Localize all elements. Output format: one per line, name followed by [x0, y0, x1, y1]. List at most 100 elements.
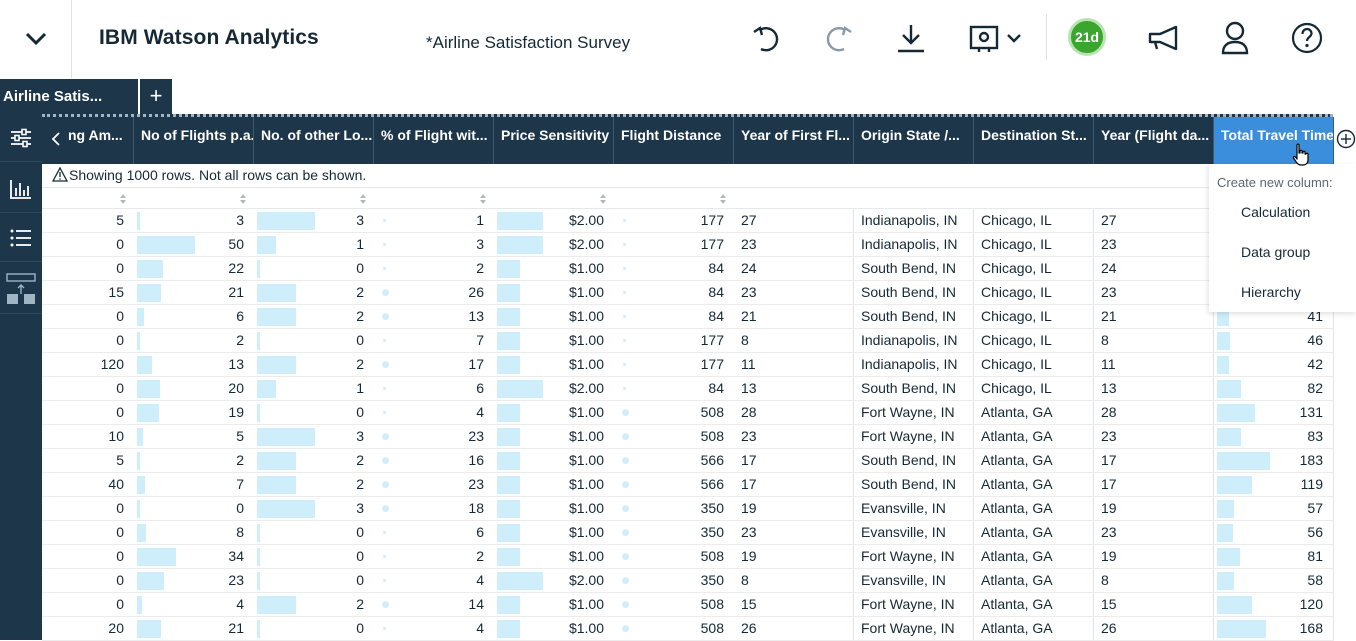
col-header-year-first-flight[interactable]: Year of First Fl...: [734, 117, 854, 164]
value-bar: [137, 308, 144, 326]
sort-icon[interactable]: [120, 194, 126, 204]
amount-cell: 20: [42, 617, 134, 640]
cell-value: 84: [708, 284, 724, 300]
year-flight-date-cell: 19: [1094, 497, 1214, 520]
sort-icon[interactable]: [480, 194, 486, 204]
destination-state-cell: Atlanta, GA: [974, 425, 1094, 448]
announcements-button[interactable]: [1144, 18, 1182, 58]
pct-flight-cell: 2: [374, 257, 494, 280]
menu-item-calculation[interactable]: Calculation: [1241, 204, 1310, 220]
year-first-flight-cell: 15: [734, 593, 854, 616]
value-bar: [137, 356, 152, 374]
sort-icon[interactable]: [600, 194, 606, 204]
value-dot: [382, 505, 389, 512]
sort-icon[interactable]: [720, 194, 726, 204]
cell-value: 8: [741, 572, 749, 588]
user-icon: [1221, 21, 1249, 55]
cell-value: 11: [1101, 356, 1116, 372]
value-dot: [623, 363, 626, 366]
menu-item-hierarchy[interactable]: Hierarchy: [1241, 284, 1301, 300]
value-bar: [257, 212, 315, 230]
pct-flight-cell: 4: [374, 569, 494, 592]
cell-value: $1.00: [568, 596, 604, 612]
tab-airline-satisfaction[interactable]: Airline Satis...: [0, 79, 138, 114]
col-header-price-sensitivity[interactable]: Price Sensitivity: [494, 117, 614, 164]
cell-value: 120: [1299, 596, 1323, 612]
year-flight-date-cell: 8: [1094, 569, 1214, 592]
col-header-flights-pa[interactable]: No of Flights p.a.: [134, 117, 254, 164]
scroll-left-button[interactable]: [42, 114, 70, 164]
value-dot: [383, 627, 386, 630]
main-menu-button[interactable]: [0, 0, 72, 78]
flights-pa-cell: 4: [134, 593, 254, 616]
value-bar: [1217, 404, 1255, 422]
cell-value: 1: [476, 212, 484, 228]
user-profile-button[interactable]: [1218, 18, 1252, 58]
col-header-other-loyalty[interactable]: No. of other Lo...: [254, 117, 374, 164]
total-travel-time-cell: 183: [1214, 449, 1334, 472]
pct-flight-cell: 1: [374, 209, 494, 232]
add-tab-button[interactable]: +: [140, 79, 172, 114]
download-button[interactable]: [893, 18, 929, 58]
cell-value: 2: [356, 284, 364, 300]
origin-state-cell: Fort Wayne, IN: [854, 545, 974, 568]
warning-icon: [52, 167, 68, 182]
value-dot: [622, 505, 629, 512]
visualize-button[interactable]: [0, 165, 42, 213]
sort-icon[interactable]: [240, 194, 246, 204]
value-bar: [1217, 380, 1241, 398]
trial-days-badge[interactable]: 21d: [1068, 18, 1106, 56]
value-bar: [137, 380, 160, 398]
pct-flight-cell: 23: [374, 473, 494, 496]
flights-pa-cell: 2: [134, 449, 254, 472]
hierarchy-button[interactable]: [0, 264, 42, 314]
total-travel-time-cell: 120: [1214, 593, 1334, 616]
cell-value: 6: [236, 308, 244, 324]
value-bar: [497, 452, 520, 470]
cell-value: 19: [228, 404, 244, 420]
sort-icon[interactable]: [360, 194, 366, 204]
col-header-total-travel-time[interactable]: Total Travel Time: [1214, 117, 1334, 164]
col-header-flight-distance[interactable]: Flight Distance: [614, 117, 734, 164]
price-sensitivity-cell: $1.00: [494, 353, 614, 376]
cell-value: $1.00: [568, 452, 604, 468]
amount-cell: 0: [42, 521, 134, 544]
table-row: 0 34 0 2 $1.00 508 19 Fort Wayne, IN Atlanta, GA…: [42, 545, 1334, 569]
year-first-flight-cell: 28: [734, 401, 854, 424]
col-header-year-flight-date[interactable]: Year (Flight da...: [1094, 117, 1214, 164]
cell-value: 28: [1101, 404, 1117, 420]
chevron-down-icon: [25, 32, 46, 46]
value-bar: [1217, 524, 1233, 542]
menu-item-data-group[interactable]: Data group: [1241, 244, 1310, 260]
cell-value: 56: [1307, 524, 1323, 540]
add-column-button[interactable]: [1336, 129, 1356, 149]
other-loyalty-cell: 0: [254, 257, 374, 280]
bar-chart-icon: [10, 179, 31, 199]
cell-value: 120: [100, 356, 124, 372]
value-bar: [137, 452, 140, 470]
value-bar: [137, 596, 142, 614]
year-flight-date-cell: 27: [1094, 209, 1214, 232]
value-dot: [383, 339, 386, 342]
value-bar: [497, 548, 520, 566]
cell-value: 7: [236, 476, 244, 492]
tab-bar: Airline Satis... +: [0, 79, 1356, 114]
cell-value: 2: [356, 356, 364, 372]
properties-button[interactable]: [0, 114, 42, 162]
origin-state-cell: South Bend, IN: [854, 377, 974, 400]
year-first-flight-cell: 23: [734, 281, 854, 304]
value-dot: [383, 243, 386, 246]
col-header-origin-state[interactable]: Origin State /...: [854, 117, 974, 164]
value-bar: [1217, 356, 1229, 374]
undo-button[interactable]: [749, 18, 785, 58]
col-header-destination-state[interactable]: Destination St...: [974, 117, 1094, 164]
list-view-button[interactable]: [0, 214, 42, 262]
flight-distance-cell: 508: [614, 545, 734, 568]
col-header-pct-flight[interactable]: % of Flight wit...: [374, 117, 494, 164]
pct-flight-cell: 16: [374, 449, 494, 472]
flight-distance-cell: 508: [614, 617, 734, 640]
help-button[interactable]: [1290, 18, 1324, 58]
present-dropdown-button[interactable]: [966, 18, 1024, 58]
redo-button[interactable]: [820, 18, 856, 58]
value-bar: [137, 524, 146, 542]
